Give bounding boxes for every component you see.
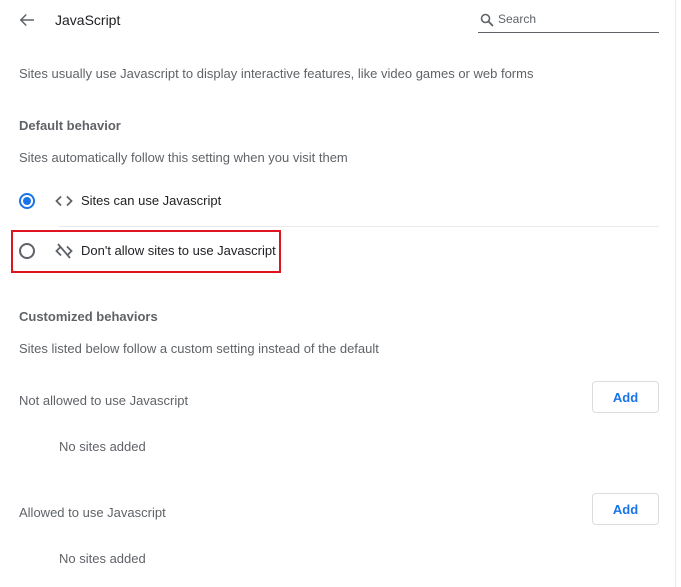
add-allowed-button[interactable]: Add	[592, 493, 659, 525]
highlight-box	[11, 230, 281, 273]
divider	[59, 226, 659, 227]
panel-edge	[675, 0, 676, 587]
customized-behaviors-subtitle: Sites listed below follow a custom setti…	[19, 341, 379, 356]
search-box[interactable]	[478, 8, 659, 33]
radio-option-allow[interactable]: Sites can use Javascript	[12, 181, 658, 221]
back-button[interactable]	[14, 8, 40, 32]
arrow-back-icon	[19, 14, 34, 26]
page-description: Sites usually use Javascript to display …	[19, 66, 534, 81]
allowed-list-label: Allowed to use Javascript	[19, 505, 166, 520]
default-behavior-heading: Default behavior	[19, 118, 121, 133]
not-allowed-empty-text: No sites added	[59, 439, 146, 454]
customized-behaviors-heading: Customized behaviors	[19, 309, 158, 324]
allowed-empty-text: No sites added	[59, 551, 146, 566]
add-not-allowed-button[interactable]: Add	[592, 381, 659, 413]
not-allowed-list-label: Not allowed to use Javascript	[19, 393, 189, 408]
search-icon	[480, 13, 494, 27]
code-icon	[55, 195, 73, 207]
default-behavior-subtitle: Sites automatically follow this setting …	[19, 150, 348, 165]
page-title: JavaScript	[55, 12, 121, 28]
search-input[interactable]	[498, 10, 653, 28]
radio-label-allow: Sites can use Javascript	[81, 193, 222, 208]
radio-button-allow[interactable]	[19, 193, 35, 209]
